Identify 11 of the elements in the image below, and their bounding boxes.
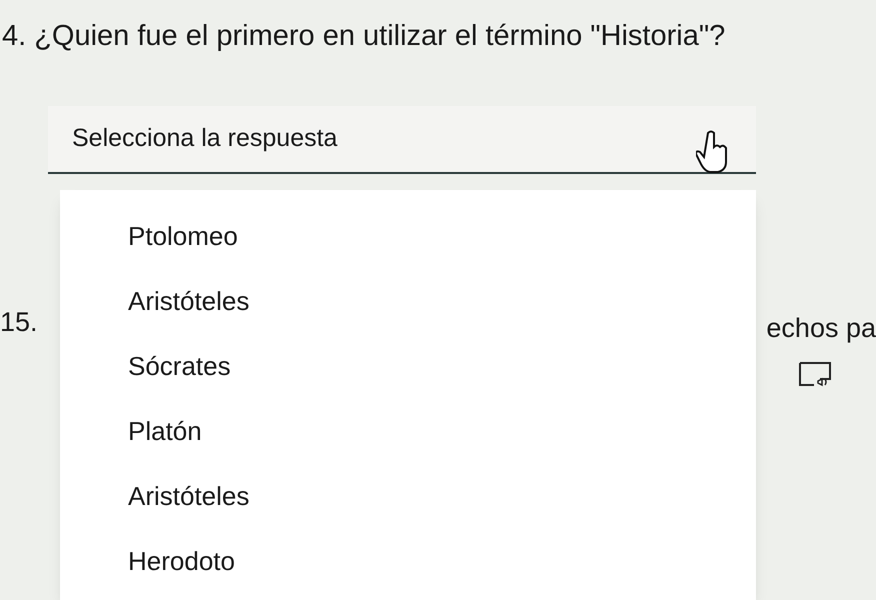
dropdown-option[interactable]: Aristóteles [60, 464, 756, 529]
dropdown-option[interactable]: Sócrates [60, 334, 756, 399]
answer-dropdown[interactable]: Selecciona la respuesta [48, 106, 756, 174]
question-number: 4. [2, 19, 26, 54]
dropdown-option[interactable]: Herodoto [60, 529, 756, 594]
question-text: echos pa [766, 312, 876, 345]
dropdown-option[interactable]: Aristóteles [60, 269, 756, 334]
question-number: 15. [0, 306, 38, 339]
dropdown-option[interactable]: Ptolomeo [60, 204, 756, 269]
dropdown-option[interactable]: Platón [60, 399, 756, 464]
question-text: ¿Quien fue el primero en utilizar el término "Historia"? [34, 19, 726, 54]
